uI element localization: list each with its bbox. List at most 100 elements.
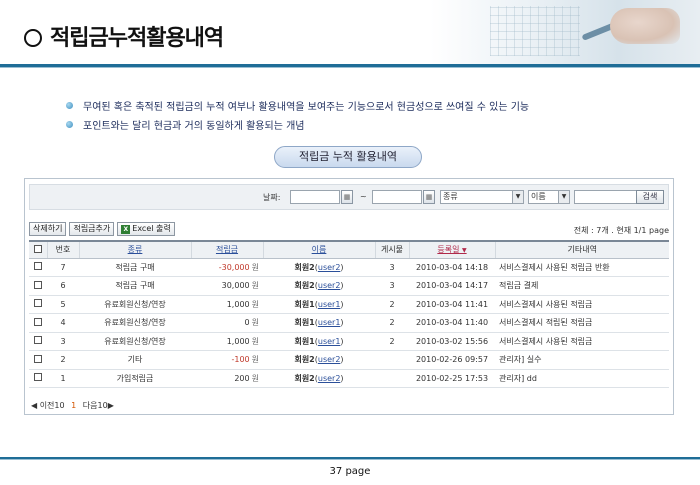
- col-header-name[interactable]: 이름: [263, 240, 376, 259]
- row-checkbox[interactable]: [34, 280, 42, 289]
- row-checkbox[interactable]: [34, 299, 42, 308]
- select-all-checkbox-cell: [29, 240, 48, 259]
- col-header-date[interactable]: 등록일 ▼: [409, 240, 496, 259]
- chevron-down-icon: ▼: [512, 191, 523, 203]
- row-type: 기타: [79, 350, 191, 370]
- row-checkbox-cell: [29, 295, 47, 314]
- calendar-icon[interactable]: ▦: [423, 190, 435, 204]
- col-header-type[interactable]: 종류: [79, 240, 192, 259]
- row-type: 적립금 구매: [79, 276, 191, 296]
- row-checkbox[interactable]: [34, 262, 42, 271]
- excel-icon: X: [121, 224, 131, 234]
- row-member: 회원2(user2): [263, 350, 375, 370]
- next-page-link[interactable]: 다음10▶: [83, 401, 114, 410]
- excel-export-label: Excel 출력: [132, 224, 171, 233]
- table-row[interactable]: 1 가입적립금 200 원 회원2(user2) 2010-02-25 17:53 관리자]…: [29, 369, 669, 388]
- page-title: 적립금누적활용내역: [24, 20, 224, 52]
- row-note: 관리자] dd: [495, 369, 669, 388]
- row-member-id-link[interactable]: user1: [318, 337, 341, 346]
- row-member: 회원1(user1): [263, 295, 375, 314]
- row-member-id-link[interactable]: user2: [318, 374, 341, 383]
- row-number: 3: [47, 332, 79, 351]
- row-checkbox-cell: [29, 332, 47, 351]
- row-checkbox-cell: [29, 350, 47, 370]
- row-checkbox-cell: [29, 258, 47, 277]
- table-row[interactable]: 5 유료회원신청/연장 1,000 원 회원1(user1) 2 2010-03-04 11…: [29, 295, 669, 314]
- row-checkbox[interactable]: [34, 317, 42, 326]
- row-type: 유료회원신청/연장: [79, 295, 191, 314]
- prev-page-link[interactable]: ◀ 이전10: [31, 401, 65, 410]
- filter-bar: 날짜: ▦ ~ ▦ 종류 ▼ 이름 ▼ 검색: [29, 184, 669, 210]
- row-amount: 200 원: [191, 369, 263, 388]
- col-header-amount[interactable]: 적립금: [191, 240, 264, 259]
- row-member-id-link[interactable]: user1: [318, 318, 341, 327]
- row-number: 6: [47, 276, 79, 296]
- row-posts: [375, 350, 409, 370]
- row-date: 2010-03-04 14:17: [409, 276, 495, 296]
- row-member-id-link[interactable]: user1: [318, 300, 341, 309]
- graph-paper-decoration: [490, 6, 580, 56]
- date-from-input[interactable]: [290, 190, 340, 204]
- add-points-button[interactable]: 적립금추가: [69, 222, 115, 236]
- row-date: 2010-03-02 15:56: [409, 332, 495, 351]
- toolbar: 삭제하기 적립금추가 X Excel 출력: [29, 222, 175, 236]
- row-date: 2010-03-04 14:18: [409, 258, 495, 277]
- row-amount-value: -30,000: [218, 262, 250, 272]
- row-member-name: 회원1: [294, 299, 315, 309]
- description-item: 포인트와는 달리 현금과 거의 동일하게 활용되는 개념: [66, 115, 529, 134]
- row-member-id-link[interactable]: user2: [318, 355, 341, 364]
- table-row[interactable]: 2 기타 -100 원 회원2(user2) 2010-02-26 09:57 관리자] 실…: [29, 350, 669, 370]
- row-member-id-link[interactable]: user2: [318, 281, 341, 290]
- screenshot-panel: 날짜: ▦ ~ ▦ 종류 ▼ 이름 ▼ 검색 삭제하기 적립금추가 X Exce…: [24, 178, 674, 415]
- header-divider-thin: [0, 67, 700, 68]
- delete-button[interactable]: 삭제하기: [29, 222, 67, 236]
- row-member-name: 회원2: [294, 262, 315, 272]
- current-page[interactable]: 1: [71, 401, 76, 410]
- row-amount: 1,000 원: [191, 332, 263, 351]
- calendar-icon[interactable]: ▦: [341, 190, 353, 204]
- table-row[interactable]: 4 유료회원신청/연장 0 원 회원1(user1) 2 2010-03-04 11:40 서…: [29, 313, 669, 333]
- currency-unit: 원: [251, 336, 259, 346]
- row-checkbox[interactable]: [34, 336, 42, 345]
- row-posts: 2: [375, 295, 409, 314]
- row-member: 회원2(user2): [263, 258, 375, 277]
- points-history-table: 번호 종류 적립금 이름 게시물 등록일 ▼ 기타내역 7 적립금 구매 -30,0…: [29, 240, 669, 388]
- currency-unit: 원: [251, 299, 259, 309]
- row-note: 관리자] 실수: [495, 350, 669, 370]
- table-row[interactable]: 3 유료회원신청/연장 1,000 원 회원1(user1) 2 2010-03-02 15…: [29, 332, 669, 351]
- table-row[interactable]: 7 적립금 구매 -30,000 원 회원2(user2) 3 2010-03-04 14:…: [29, 258, 669, 277]
- search-button[interactable]: 검색: [636, 190, 664, 204]
- name-select[interactable]: 이름 ▼: [528, 190, 570, 204]
- table-row[interactable]: 6 적립금 구매 30,000 원 회원2(user2) 3 2010-03-04 14:1…: [29, 276, 669, 296]
- row-member-id-link[interactable]: user2: [318, 263, 341, 272]
- page-title-text: 적립금누적활용내역: [50, 26, 224, 51]
- header-decoration-photo: [430, 0, 700, 64]
- row-number: 5: [47, 295, 79, 314]
- row-note: 서비스결제시 적립된 적립금: [495, 313, 669, 333]
- row-checkbox[interactable]: [34, 373, 42, 382]
- currency-unit: 원: [251, 281, 259, 291]
- type-select-value: 종류: [443, 192, 458, 201]
- col-header-posts: 게시물: [375, 240, 410, 259]
- row-date: 2010-02-26 09:57: [409, 350, 495, 370]
- row-amount-value: 1,000: [226, 336, 250, 346]
- currency-unit: 원: [251, 318, 259, 328]
- description-text: 포인트와는 달리 현금과 거의 동일하게 활용되는 개념: [83, 121, 305, 132]
- currency-unit: 원: [251, 373, 259, 383]
- table-body: 7 적립금 구매 -30,000 원 회원2(user2) 3 2010-03-04 14:…: [29, 258, 669, 388]
- chevron-down-icon: ▼: [558, 191, 569, 203]
- type-select[interactable]: 종류 ▼: [440, 190, 524, 204]
- row-amount: 30,000 원: [191, 276, 263, 296]
- row-amount: -30,000 원: [191, 258, 263, 277]
- circle-bullet-icon: [24, 29, 42, 47]
- select-all-checkbox[interactable]: [33, 244, 42, 253]
- pagination: ◀ 이전10 1 다음10▶: [31, 400, 114, 411]
- row-checkbox[interactable]: [34, 354, 42, 363]
- row-amount: 0원: [191, 313, 263, 333]
- excel-export-button[interactable]: X Excel 출력: [117, 222, 175, 236]
- row-posts: 2: [375, 332, 409, 351]
- row-member-name: 회원2: [294, 355, 315, 365]
- section-label-pill: 적립금 누적 활용내역: [274, 146, 422, 168]
- currency-unit: 원: [251, 355, 259, 365]
- date-to-input[interactable]: [372, 190, 422, 204]
